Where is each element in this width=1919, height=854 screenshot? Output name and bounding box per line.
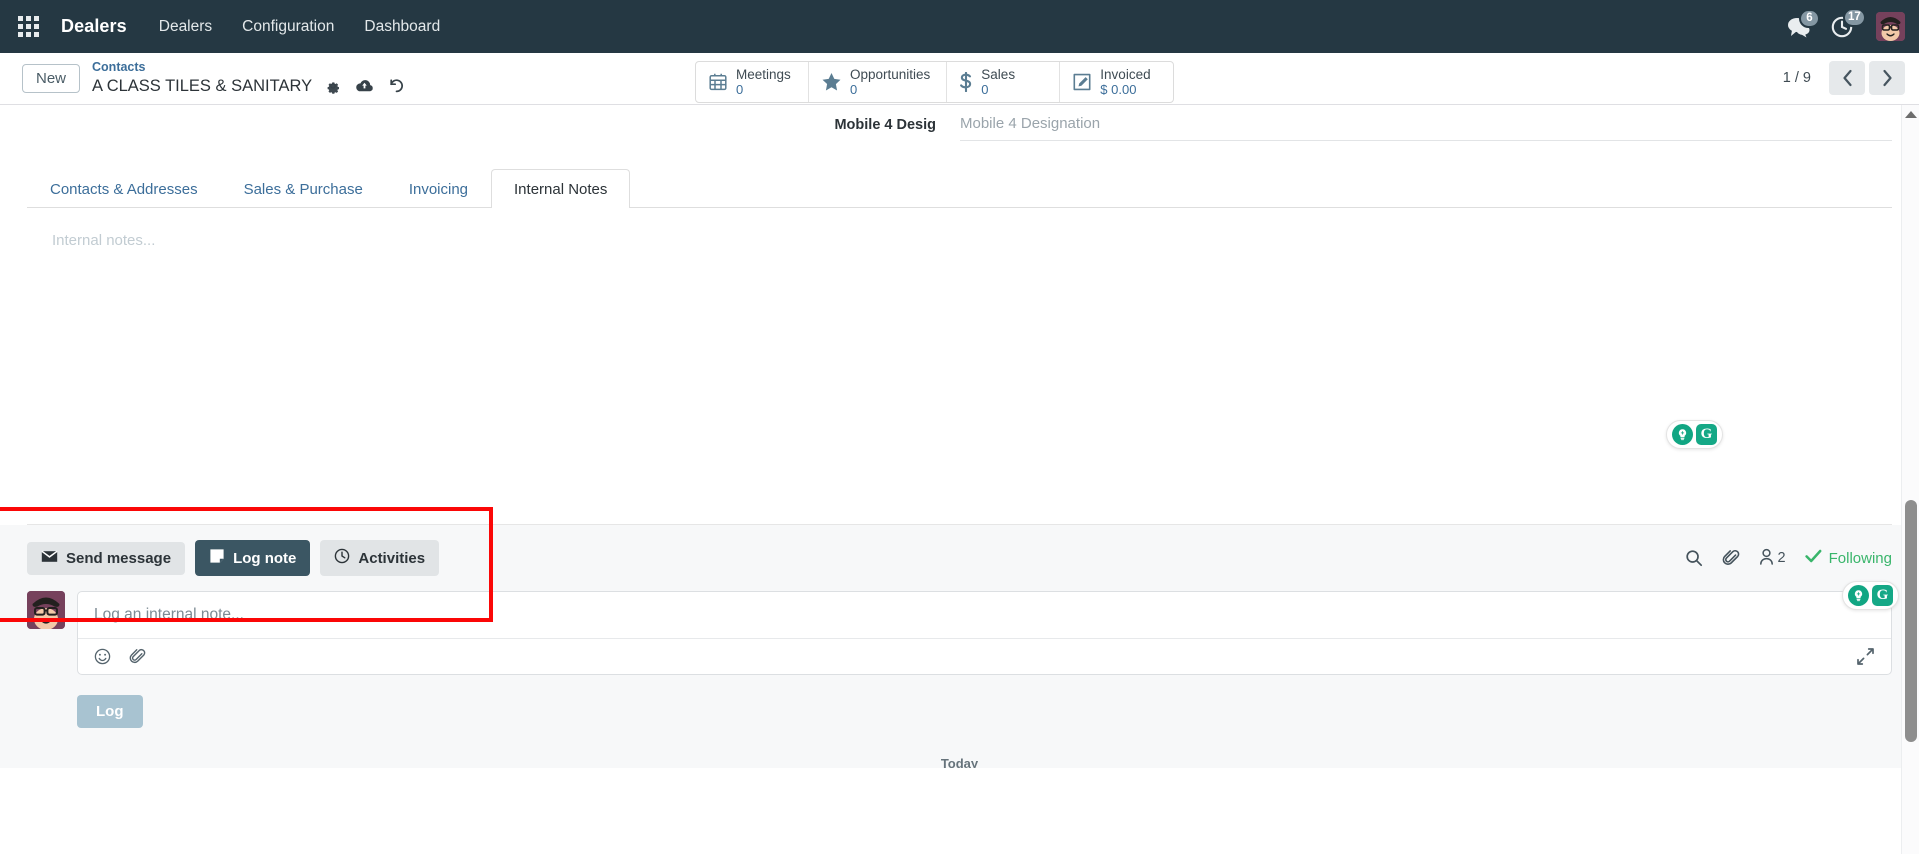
- grammarly-logo-icon[interactable]: G: [1696, 424, 1717, 445]
- day-separator: Today: [940, 756, 979, 768]
- activities-label: Activities: [358, 549, 426, 567]
- menu-dashboard[interactable]: Dashboard: [364, 18, 440, 36]
- notebook-tabs: Contacts & Addresses Sales & Purchase In…: [27, 169, 1892, 208]
- tab-invoicing[interactable]: Invoicing: [386, 169, 491, 208]
- form-scroll-area: Mobile 4 Desig Mobile 4 Designation Cont…: [0, 105, 1919, 854]
- breadcrumb-parent-contacts[interactable]: Contacts: [92, 60, 405, 76]
- check-icon: [1804, 549, 1822, 567]
- stat-buttons-group: Meetings 0 Opportunities 0 Sales 0 Invoi…: [695, 61, 1175, 104]
- messages-badge: 6: [1799, 8, 1820, 28]
- avatar[interactable]: [1876, 12, 1905, 41]
- stat-text-sales: Sales 0: [981, 67, 1015, 97]
- stat-button-invoiced[interactable]: Invoiced $ 0.00: [1060, 62, 1173, 102]
- stat-label: Invoiced: [1100, 67, 1151, 82]
- internal-notes-textarea[interactable]: Internal notes...: [52, 232, 1891, 249]
- log-button-row: Log: [27, 679, 1892, 728]
- new-button[interactable]: New: [22, 64, 81, 93]
- field-row-mobile-4-designation: Mobile 4 Desig Mobile 4 Designation: [0, 105, 1919, 141]
- messages-icon[interactable]: 6: [1786, 8, 1820, 38]
- followers-count: 2: [1777, 550, 1786, 566]
- scroll-thumb[interactable]: [1905, 500, 1917, 742]
- calendar-icon: [708, 72, 728, 92]
- envelope-icon: [41, 550, 58, 567]
- emoji-smiley-icon[interactable]: [94, 648, 111, 665]
- grammarly-suggestion-bulb-icon[interactable]: [1848, 585, 1869, 606]
- activities-badge: 17: [1843, 7, 1866, 27]
- paperclip-icon[interactable]: [1722, 549, 1740, 567]
- breadcrumb: Contacts A CLASS TILES & SANITARY: [92, 60, 405, 96]
- pager-text: 1 / 9: [1782, 70, 1811, 86]
- apps-grid-icon[interactable]: [18, 16, 39, 37]
- vertical-scrollbar[interactable]: [1901, 105, 1919, 854]
- app-brand-dealers[interactable]: Dealers: [61, 16, 127, 37]
- pencil-square-icon: [1072, 72, 1092, 92]
- log-note-button[interactable]: Log note: [195, 540, 311, 576]
- composer-box: Log an internal note... G: [77, 581, 1899, 675]
- notebook: Contacts & Addresses Sales & Purchase In…: [27, 169, 1892, 502]
- chatter-toolbar: Send message Log note Activities 2 Follo…: [27, 525, 1892, 591]
- stat-text-meetings: Meetings 0: [736, 67, 791, 97]
- log-note-label: Log note: [233, 549, 297, 567]
- menu-configuration[interactable]: Configuration: [242, 18, 334, 36]
- tab-contacts-addresses[interactable]: Contacts & Addresses: [27, 169, 221, 208]
- scroll-up-arrow-icon[interactable]: [1904, 111, 1917, 118]
- stat-label: Sales: [981, 67, 1016, 82]
- cloud-upload-icon[interactable]: [355, 78, 374, 94]
- tab-sales-purchase[interactable]: Sales & Purchase: [221, 169, 386, 208]
- grammarly-badge-composer[interactable]: G: [1842, 581, 1899, 610]
- stat-value: 0: [850, 81, 858, 97]
- composer-toolbar: [78, 638, 1891, 674]
- log-button[interactable]: Log: [77, 695, 143, 728]
- clock-activities-icon[interactable]: 17: [1830, 7, 1866, 39]
- stat-button-sales[interactable]: Sales 0: [947, 62, 1061, 103]
- stat-label: Opportunities: [850, 67, 931, 82]
- clock-icon: [334, 548, 350, 568]
- stat-button-meetings[interactable]: Meetings 0: [696, 62, 809, 103]
- stat-value: 0: [981, 81, 989, 97]
- form-sheet: Mobile 4 Desig Mobile 4 Designation Cont…: [0, 105, 1919, 768]
- page-title: A CLASS TILES & SANITARY: [92, 77, 313, 95]
- following-label: Following: [1828, 549, 1892, 567]
- send-message-button[interactable]: Send message: [27, 541, 186, 575]
- undo-discard-icon[interactable]: [388, 78, 405, 94]
- menu-dealers[interactable]: Dealers: [159, 18, 212, 36]
- stat-button-opportunities[interactable]: Opportunities 0: [809, 62, 948, 103]
- stat-value: 0: [736, 81, 744, 97]
- top-navbar: Dealers Dealers Configuration Dashboard …: [0, 0, 1919, 53]
- stat-text-invoiced: Invoiced $ 0.00: [1100, 67, 1150, 97]
- internal-notes-page: Internal notes... G: [27, 208, 1892, 502]
- paperclip-icon[interactable]: [129, 648, 146, 665]
- grammarly-badge-notes[interactable]: G: [1666, 420, 1723, 449]
- stat-text-opportunities: Opportunities 0: [850, 67, 930, 97]
- chevron-left-icon[interactable]: [1829, 61, 1865, 95]
- stat-label: Meetings: [736, 67, 791, 82]
- composer-avatar: [27, 591, 65, 629]
- followers-button[interactable]: 2: [1759, 548, 1786, 569]
- user-followers-icon: [1759, 548, 1774, 569]
- stat-value: $ 0.00: [1100, 81, 1137, 97]
- log-note-input[interactable]: Log an internal note...: [78, 592, 1891, 638]
- control-panel: New Contacts A CLASS TILES & SANITARY Me…: [0, 53, 1919, 105]
- field-placeholder: Mobile 4 Designation: [960, 115, 1101, 132]
- following-toggle[interactable]: Following: [1804, 549, 1892, 567]
- composer-row: Log an internal note... G: [27, 581, 1899, 679]
- dollar-icon: [959, 72, 973, 93]
- send-message-label: Send message: [66, 549, 172, 567]
- breadcrumb-current-row: A CLASS TILES & SANITARY: [92, 76, 405, 97]
- note-icon: [209, 548, 225, 568]
- chatter: Send message Log note Activities 2 Follo…: [0, 525, 1919, 768]
- expand-arrows-icon[interactable]: [1856, 647, 1875, 666]
- grammarly-suggestion-bulb-icon[interactable]: [1672, 424, 1693, 445]
- tab-internal-notes[interactable]: Internal Notes: [491, 169, 631, 208]
- activities-button[interactable]: Activities: [320, 540, 440, 576]
- chevron-right-icon[interactable]: [1869, 61, 1905, 95]
- star-icon: [821, 72, 842, 92]
- grammarly-logo-icon[interactable]: G: [1872, 585, 1893, 606]
- field-label: Mobile 4 Desig: [834, 117, 936, 133]
- gear-icon[interactable]: [325, 78, 341, 95]
- search-icon[interactable]: [1685, 549, 1703, 567]
- mobile-4-designation-input[interactable]: Mobile 4 Designation: [960, 115, 1892, 141]
- pager: 1 / 9: [1783, 61, 1905, 95]
- chatter-toolbar-right: 2 Following: [1685, 548, 1892, 569]
